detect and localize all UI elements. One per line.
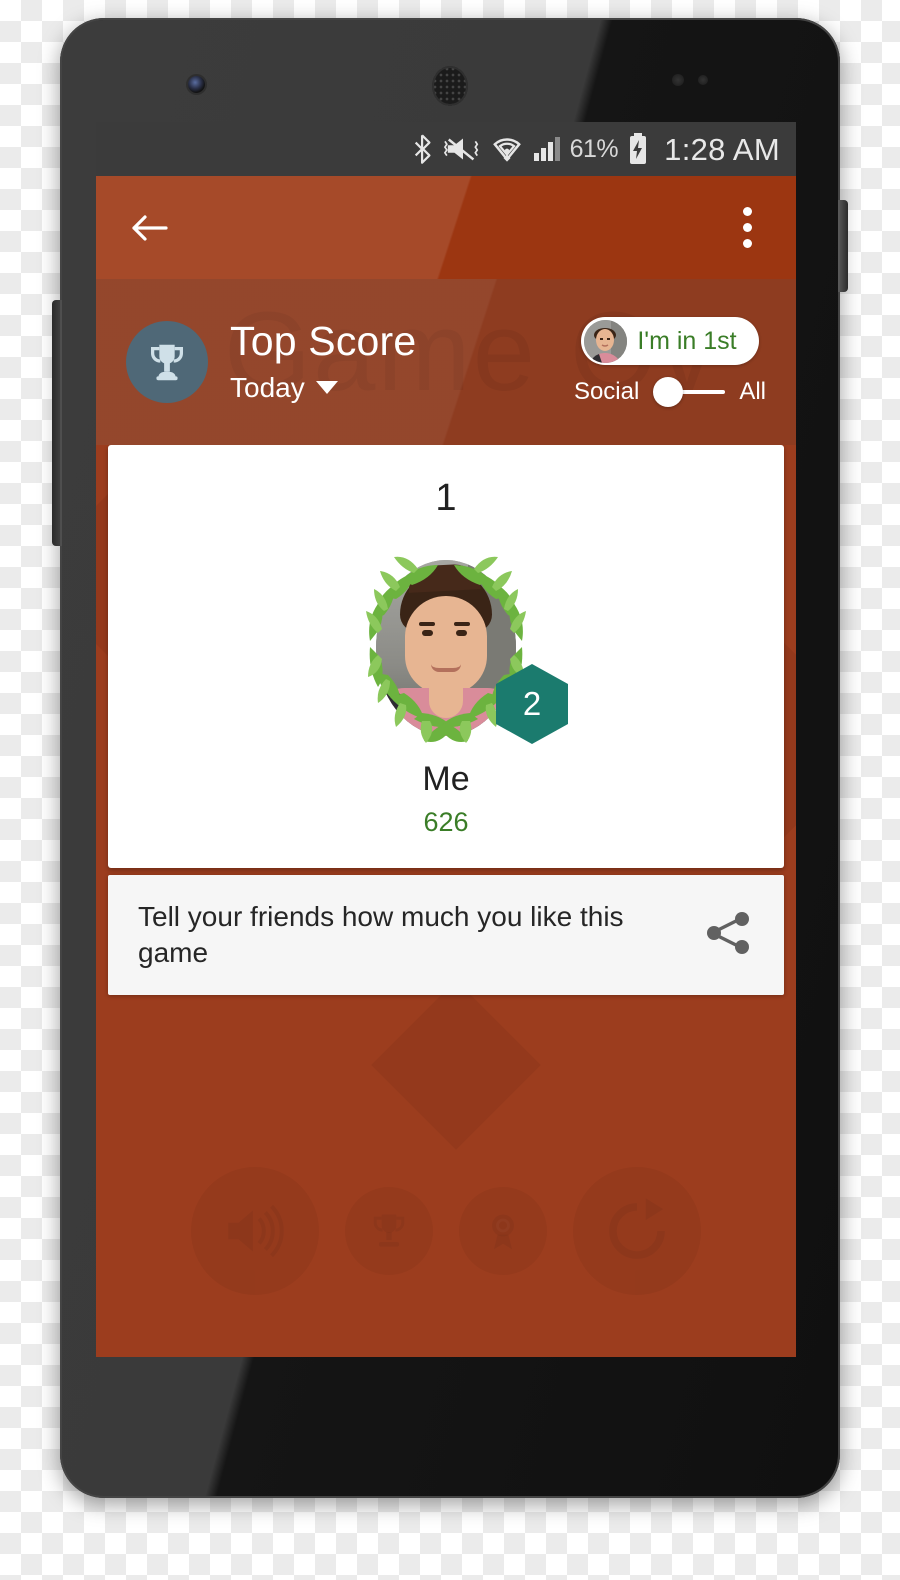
wifi-icon [492,138,521,162]
player-name: Me [422,760,470,798]
trophy-icon [150,344,184,381]
avatar-image [584,319,628,363]
switch-knob[interactable] [653,377,684,407]
achievements-button[interactable] [459,1187,547,1275]
game-buttons-row [96,1167,796,1295]
switch-track [679,390,726,394]
front-camera-icon [188,76,205,93]
replay-button[interactable] [573,1167,701,1295]
back-arrow-icon [132,214,168,241]
toggle-label-social: Social [573,378,640,405]
volume-up-icon [228,1204,284,1258]
volume-mute-vibrate-icon [443,138,478,161]
volume-rocker-button[interactable] [52,300,62,546]
share-card[interactable]: Tell your friends how much you like this… [108,875,784,995]
scope-toggle[interactable]: Social All [574,377,766,407]
trophy-icon [373,1214,405,1247]
status-bar: 61% 1:28 AM [96,122,796,176]
dot [743,223,752,232]
power-button[interactable] [838,200,848,292]
overflow-menu-button[interactable] [733,201,762,254]
leaderboard-button[interactable] [345,1187,433,1275]
share-icon [707,911,749,954]
app-toolbar [96,176,796,279]
share-button[interactable] [702,907,754,964]
cellular-signal-icon [533,137,560,161]
leaderboard-header: Game Ov Top Score Today I'm in 1st Socia… [96,279,796,445]
header-right-controls: I'm in 1st Social All [574,317,766,407]
battery-charging-icon [630,133,647,164]
my-rank-pill[interactable]: I'm in 1st [581,317,759,365]
sound-button[interactable] [191,1167,319,1295]
period-selector[interactable]: Today [230,372,416,404]
battery-percent-label: 61% [569,134,619,163]
dot [743,239,752,248]
proximity-sensor [672,74,728,88]
period-label: Today [230,371,305,403]
back-button[interactable] [130,213,168,243]
medal-icon [492,1214,514,1250]
leaderboard-card[interactable]: 1 2 Me 626 [108,445,784,868]
refresh-icon [609,1198,665,1259]
chevron-down-icon [315,381,338,395]
my-rank-label: I'm in 1st [637,326,737,355]
page-title: Top Score [230,318,417,365]
clock-label: 1:28 AM [664,131,780,167]
phone-device: 61% 1:28 AM Game Ov Top Score Today I'm … [52,18,848,1498]
laurel-avatar-group: 2 [330,545,568,750]
share-prompt-label: Tell your friends how much you like this… [138,901,624,968]
toggle-label-all: All [739,378,766,405]
player-score: 626 [423,807,469,837]
leaderboard-trophy-badge [126,321,208,403]
phone-screen: 61% 1:28 AM Game Ov Top Score Today I'm … [96,122,796,1357]
rank-number: 1 [435,477,457,519]
earpiece-speaker [432,66,468,106]
social-all-switch[interactable] [653,377,726,407]
bluetooth-icon [414,134,431,164]
header-titles: Top Score Today [230,320,416,403]
toolbar-diagonal-overlay [96,176,796,279]
avatar [584,319,628,363]
screen-content: 1 2 Me 626 Tell your friends how much yo… [96,445,796,1357]
dot [743,207,752,216]
